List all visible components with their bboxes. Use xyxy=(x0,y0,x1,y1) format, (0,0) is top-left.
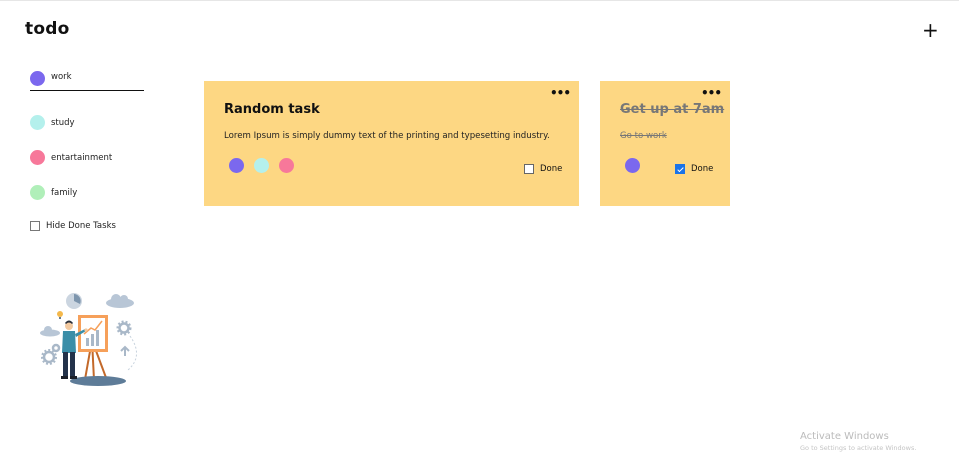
task-card[interactable]: ••• Random task Lorem Ipsum is simply du… xyxy=(204,81,579,206)
done-checkbox[interactable] xyxy=(524,164,534,174)
activate-windows-title: Activate Windows xyxy=(800,431,889,442)
task-menu-button[interactable]: ••• xyxy=(550,87,571,99)
category-study[interactable]: study xyxy=(30,105,144,140)
hide-done-checkbox[interactable] xyxy=(30,221,40,231)
task-menu-button[interactable]: ••• xyxy=(701,87,722,99)
category-label: work xyxy=(51,72,72,82)
category-label: entartainment xyxy=(51,152,113,163)
category-entartainment[interactable]: entartainment xyxy=(30,140,144,175)
category-color-dot xyxy=(30,185,45,200)
hide-done-label: Hide Done Tasks xyxy=(46,221,116,231)
category-label: family xyxy=(51,187,78,198)
task-title: Random task xyxy=(224,102,320,117)
activate-windows-subtitle: Go to Settings to activate Windows. xyxy=(800,444,917,452)
task-tag-dot xyxy=(625,158,640,173)
category-sidebar: work study entartainment family xyxy=(30,69,144,210)
presentation-illustration xyxy=(40,293,137,386)
top-border xyxy=(0,0,959,1)
task-card[interactable]: ••• Get up at 7am Go to work Done xyxy=(600,81,730,206)
category-work[interactable]: work xyxy=(30,69,144,91)
app-title: todo xyxy=(25,19,70,39)
done-checkbox[interactable] xyxy=(675,164,685,174)
add-task-button[interactable]: + xyxy=(922,19,939,41)
category-color-dot xyxy=(30,115,45,130)
task-done-toggle[interactable]: Done xyxy=(524,164,562,174)
done-label: Done xyxy=(691,164,714,174)
task-description: Go to work xyxy=(620,131,667,141)
category-family[interactable]: family xyxy=(30,175,144,210)
task-done-toggle[interactable]: Done xyxy=(675,164,713,174)
hide-done-toggle[interactable]: Hide Done Tasks xyxy=(30,221,116,231)
category-color-dot xyxy=(30,150,45,165)
task-title: Get up at 7am xyxy=(620,102,725,117)
category-color-dot xyxy=(30,71,45,86)
done-label: Done xyxy=(540,164,563,174)
task-tag-dot xyxy=(229,158,244,173)
task-tag-dot xyxy=(279,158,294,173)
task-tag-dot xyxy=(254,158,269,173)
task-description: Lorem Ipsum is simply dummy text of the … xyxy=(224,131,550,141)
category-label: study xyxy=(51,117,75,128)
